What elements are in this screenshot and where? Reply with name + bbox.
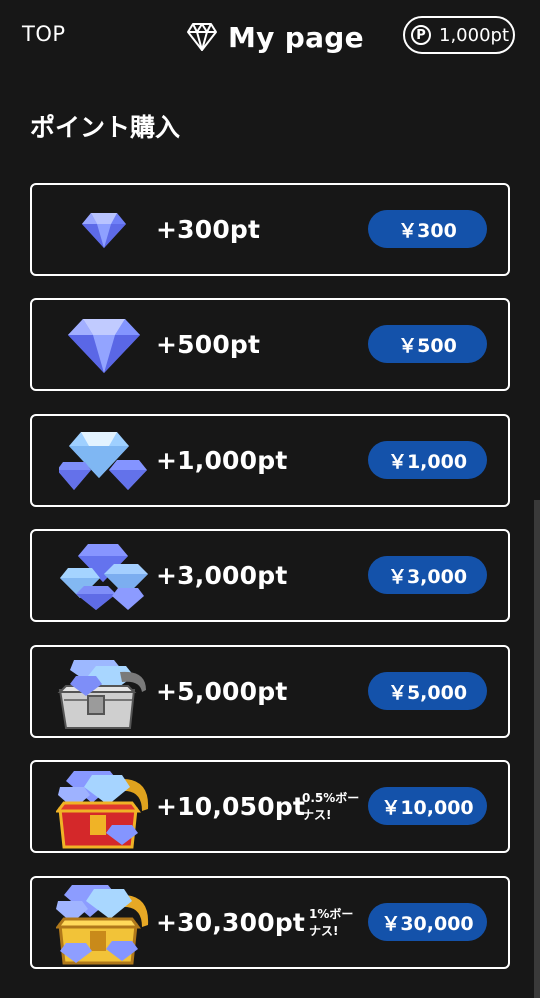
silver-chest-icon [56,652,152,732]
points-badge[interactable]: P 1,000pt [403,16,515,54]
point-coin-icon: P [411,25,431,45]
package-card-10050[interactable]: +10,050pt 0.5%ボーナス! ￥10,000 [30,760,510,853]
bonus-label: 1%ボーナス! [309,907,354,938]
scrollbar[interactable] [534,500,540,998]
package-amount: +3,000pt [156,561,288,590]
package-card-3000[interactable]: +3,000pt ￥3,000 [30,529,510,622]
buy-button[interactable]: ￥500 [368,325,487,363]
buy-button[interactable]: ￥10,000 [368,787,487,825]
diamond-outline-icon [187,23,217,51]
buy-button[interactable]: ￥3,000 [368,556,487,594]
package-amount: +10,050pt [156,792,306,821]
diamond-pile-icon [56,536,152,616]
bonus-label: 0.5%ボーナス! [302,791,360,822]
header: TOP My page P 1,000pt [0,0,540,74]
gold-chest-icon [56,883,152,965]
top-link[interactable]: TOP [22,22,66,46]
buy-button[interactable]: ￥1,000 [368,441,487,479]
package-card-1000[interactable]: +1,000pt ￥1,000 [30,414,510,507]
buy-button[interactable]: ￥30,000 [368,903,487,941]
brand: My page [186,18,364,56]
buy-button[interactable]: ￥5,000 [368,672,487,710]
package-card-300[interactable]: +300pt ￥300 [30,183,510,276]
package-amount: +300pt [156,215,261,244]
page-title: My page [228,20,364,54]
red-chest-icon [56,767,152,849]
my-page: TOP My page P 1,000pt ポイント購入 +300pt ￥300… [0,0,540,998]
package-card-30300[interactable]: +30,300pt 1%ボーナス! ￥30,000 [30,876,510,969]
section-title: ポイント購入 [30,113,181,142]
package-card-5000[interactable]: +5,000pt ￥5,000 [30,645,510,738]
points-balance: 1,000pt [439,24,510,46]
package-amount: +30,300pt [156,908,306,937]
diamond-cluster-icon [56,421,152,501]
diamond-large-icon [56,305,152,385]
diamond-small-icon [56,190,152,270]
package-amount: +500pt [156,330,261,359]
package-amount: +5,000pt [156,677,288,706]
package-amount: +1,000pt [156,446,288,475]
package-card-500[interactable]: +500pt ￥500 [30,298,510,391]
buy-button[interactable]: ￥300 [368,210,487,248]
